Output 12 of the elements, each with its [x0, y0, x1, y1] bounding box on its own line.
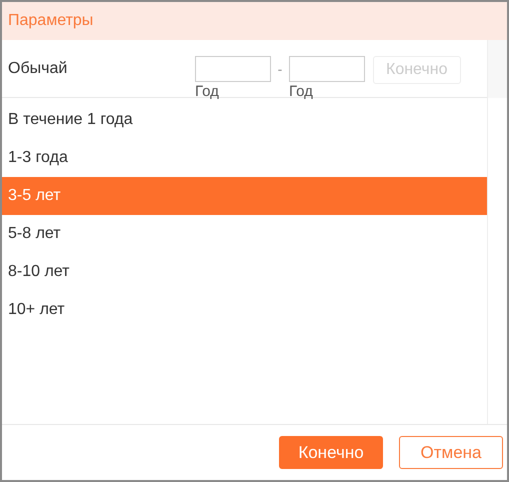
custom-label: Обычай — [8, 59, 68, 79]
option-item[interactable]: 10+ лет — [2, 291, 487, 329]
option-item[interactable]: 5-8 лет — [2, 215, 487, 253]
range-separator: - — [276, 60, 284, 79]
from-year-field[interactable] — [195, 56, 271, 82]
from-year-caption: Год — [195, 84, 220, 100]
option-item[interactable]: В течение 1 года — [2, 101, 487, 139]
option-item[interactable]: 1-3 года — [2, 139, 487, 177]
to-year-field[interactable] — [289, 56, 365, 82]
option-item[interactable]: 8-10 лет — [2, 253, 487, 291]
window-title: Параметры — [8, 12, 94, 30]
to-year-caption: Год — [289, 84, 314, 100]
